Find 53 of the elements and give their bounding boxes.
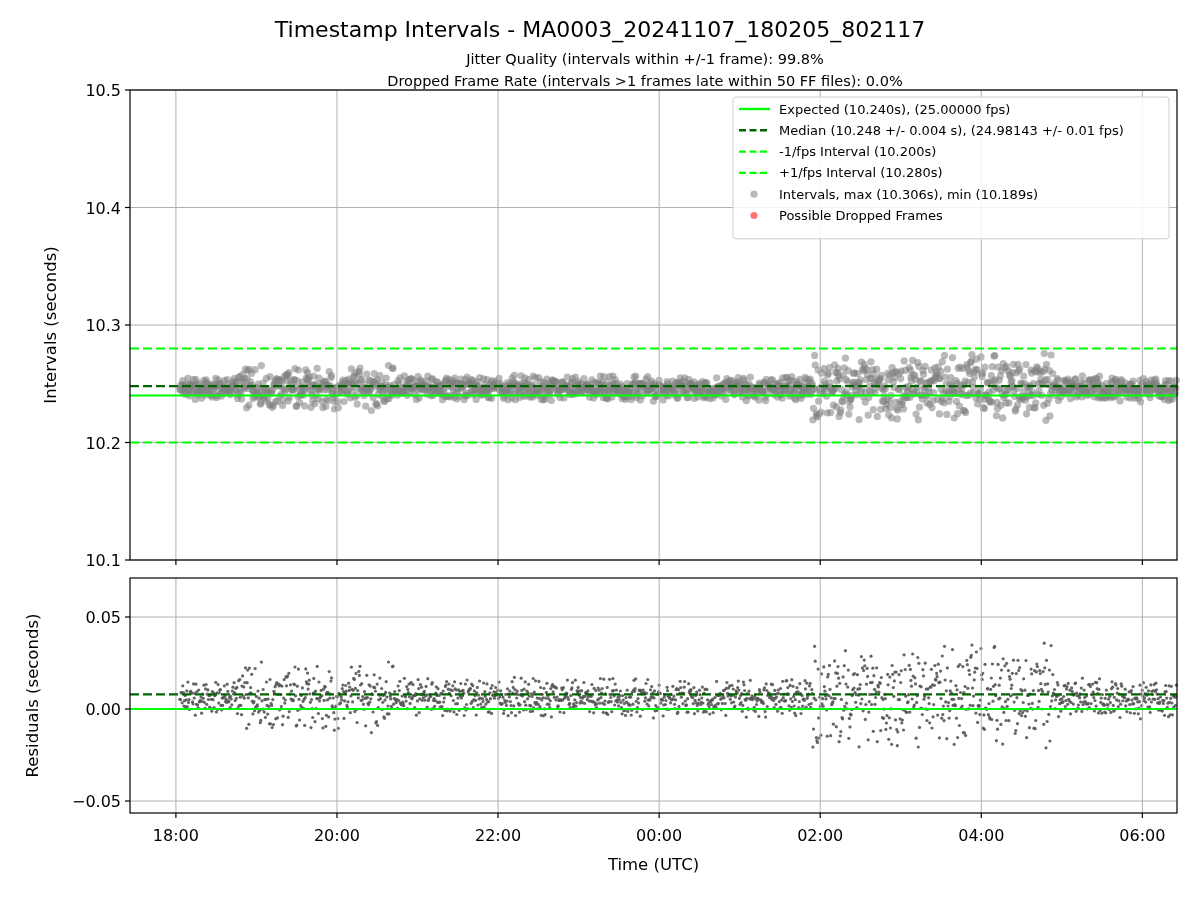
x-tick-label: 20:00 [313, 826, 361, 845]
y-axis-label: Residuals (seconds) [23, 613, 42, 778]
y-tick-label: −0.05 [71, 792, 121, 812]
tick-mark [124, 559, 131, 561]
legend-label: -1/fps Interval (10.200s) [779, 144, 937, 160]
y-tick-label: 10.3 [85, 316, 121, 335]
legend-label: Possible Dropped Frames [779, 208, 943, 223]
figure-subtitle: Jitter Quality (intervals within +/-1 frame): 99.8% [466, 51, 824, 67]
legend-label: Median (10.248 +/- 0.004 s), (24.98143 +/- 0.01 fps) [779, 122, 1124, 138]
tick-mark [124, 708, 131, 710]
tick-mark [124, 206, 131, 209]
y-tick-label: 10.1 [85, 551, 121, 570]
figure-subtitle: Dropped Frame Rate (intervals >1 frames late within 50 FF files): 0.0% [387, 73, 903, 89]
tick-mark [497, 559, 499, 566]
figure-title: Timestamp Intervals - MA0003_20241107_180205_802117 [274, 17, 926, 42]
line-sample-icon [739, 107, 770, 111]
tick-mark [124, 441, 131, 444]
tick-mark [175, 812, 177, 819]
tick-mark [336, 559, 338, 566]
x-tick-label: 02:00 [797, 826, 844, 845]
x-tick-label: 04:00 [958, 826, 1005, 845]
tick-mark [819, 812, 821, 819]
legend-label: +1/fps Interval (10.280s) [779, 165, 943, 181]
x-tick-label: 22:00 [475, 826, 522, 845]
y-axis-label: Intervals (seconds) [41, 246, 60, 404]
line-sample-icon [739, 129, 770, 132]
tick-mark [124, 324, 131, 326]
legend-label: Expected (10.240s), (25.00000 fps) [779, 101, 1011, 117]
x-tick-label: 18:00 [152, 826, 199, 845]
tick-mark [124, 89, 131, 91]
tick-mark [658, 812, 660, 819]
tick-mark [336, 812, 338, 819]
legend-label: Intervals, max (10.306s), min (10.189s) [779, 186, 1038, 202]
x-axis-label: Time (UTC) [607, 855, 700, 874]
tick-mark [175, 559, 177, 566]
y-tick-label: 10.2 [85, 433, 121, 453]
tick-mark [658, 559, 660, 566]
y-tick-label: 10.4 [85, 198, 121, 218]
tick-mark [124, 616, 131, 618]
y-tick-label: 0.00 [85, 700, 121, 720]
tick-mark [1141, 812, 1143, 819]
line-sample-icon [739, 150, 770, 153]
tick-mark [819, 559, 821, 566]
tick-mark [980, 812, 982, 819]
y-tick-label: 0.05 [85, 608, 121, 627]
x-tick-label: 06:00 [1119, 826, 1166, 845]
tick-mark [124, 800, 131, 802]
tick-mark [980, 559, 982, 566]
tick-mark [1141, 559, 1143, 566]
y-tick-label: 10.5 [85, 81, 121, 100]
tick-mark [497, 812, 499, 819]
x-tick-label: 00:00 [636, 826, 683, 845]
line-sample-icon [739, 171, 770, 175]
